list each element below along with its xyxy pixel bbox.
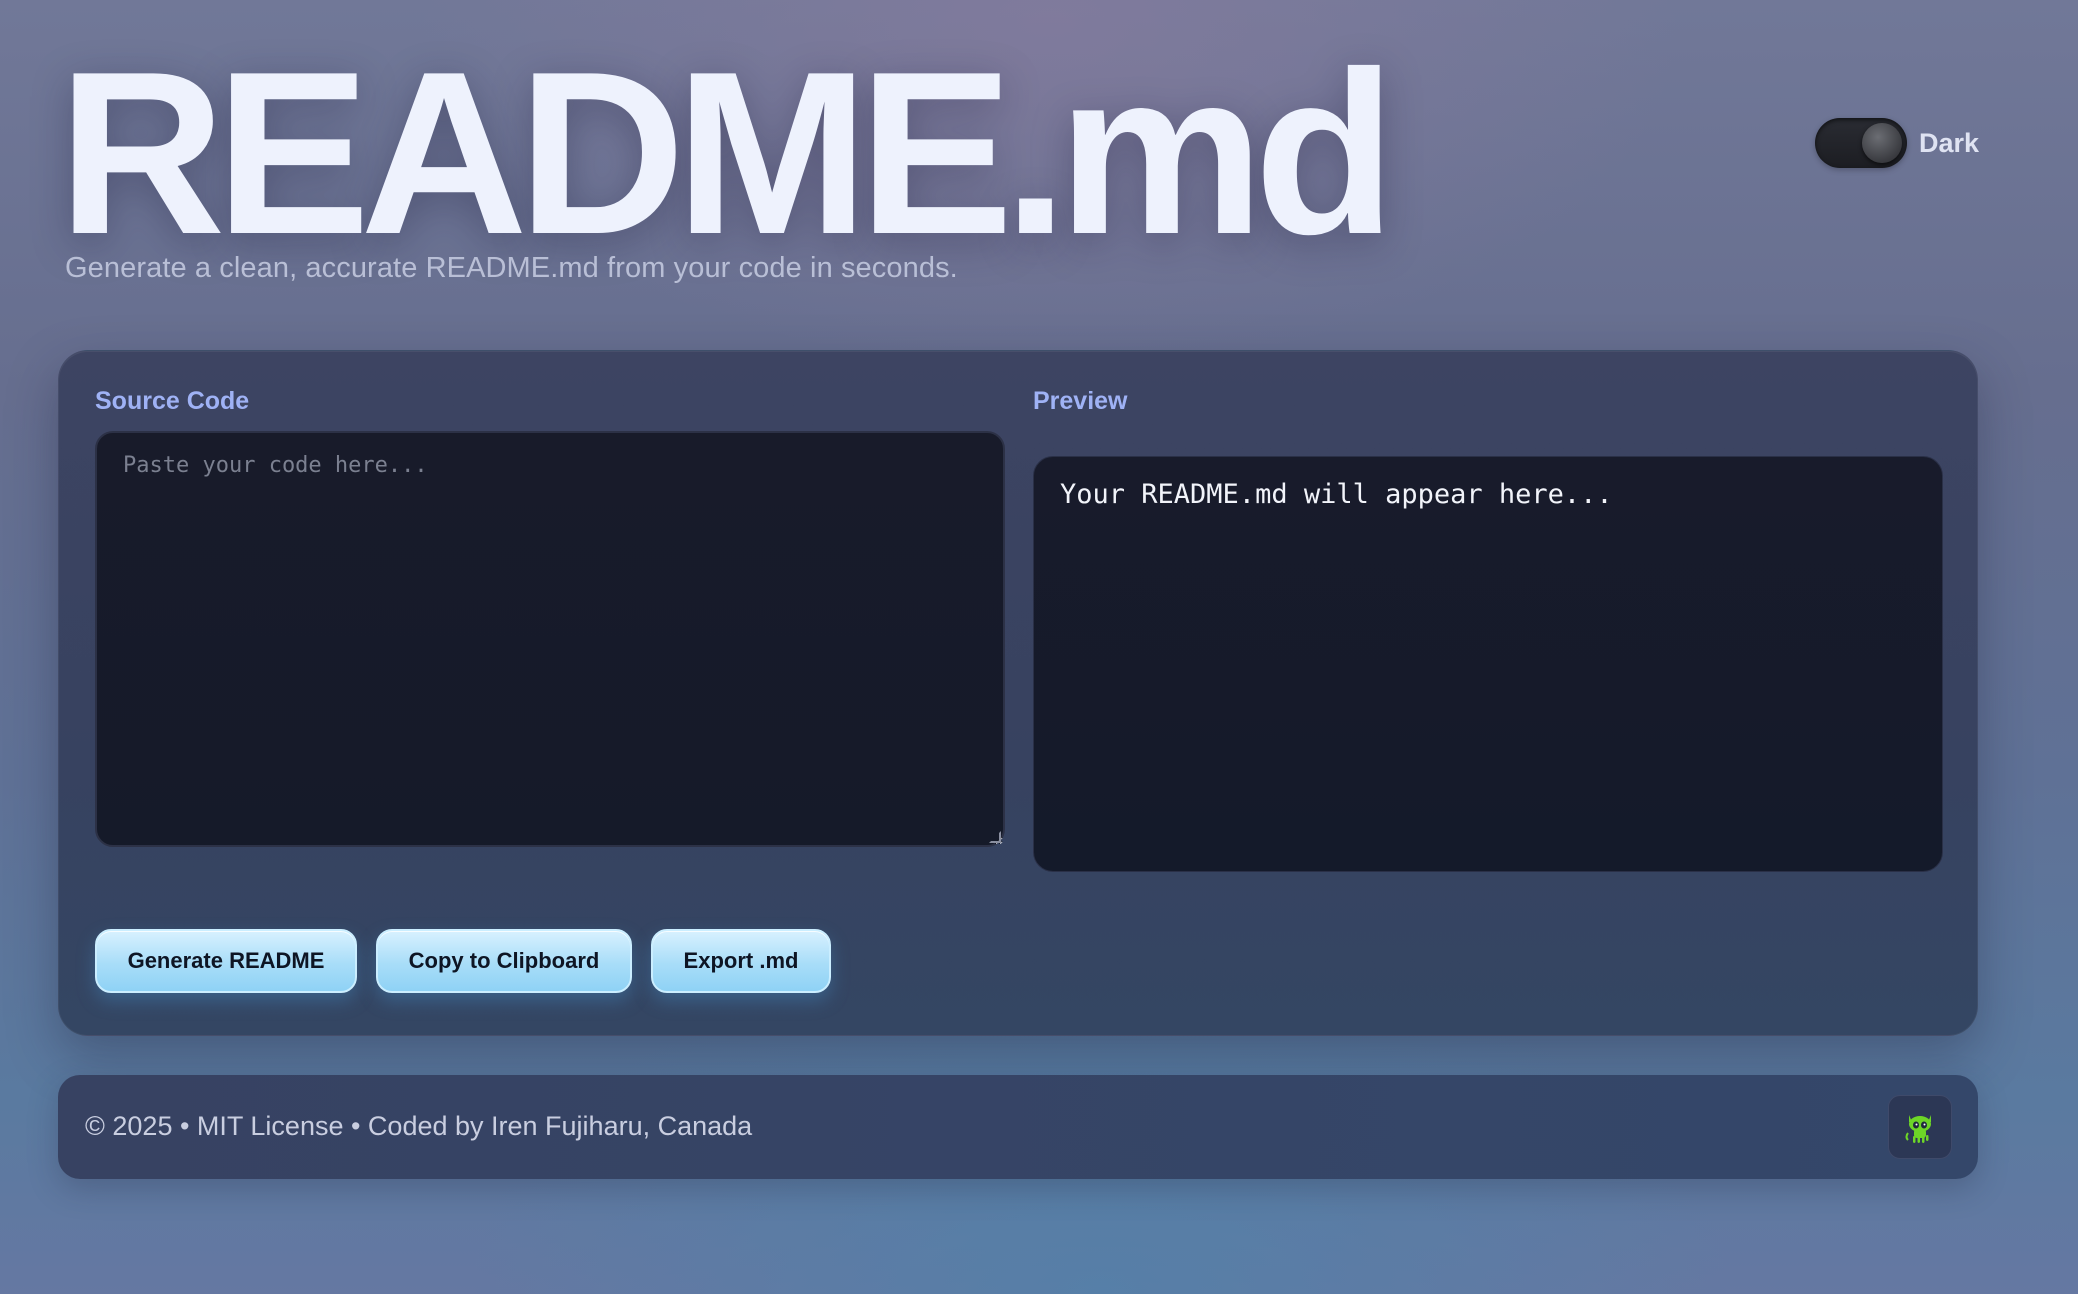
generate-readme-button[interactable]: Generate README: [95, 929, 357, 993]
page-subtitle: Generate a clean, accurate README.md fro…: [65, 252, 958, 284]
page-title: README.md: [58, 24, 1396, 283]
export-md-button[interactable]: Export .md: [651, 929, 831, 993]
copy-to-clipboard-button[interactable]: Copy to Clipboard: [376, 929, 632, 993]
github-octocat-icon: [1905, 1115, 1931, 1143]
preview-label: Preview: [1033, 387, 1128, 415]
source-code-label: Source Code: [95, 387, 250, 415]
preview-placeholder-text: Your README.md will appear here...: [1060, 479, 1613, 510]
readme-preview: Your README.md will appear here...: [1033, 456, 1943, 872]
theme-toggle-label: Dark: [1919, 127, 1980, 158]
editor-card: Source Code Preview Your README.md will …: [58, 350, 1978, 1036]
footer: © 2025 • MIT License • Coded by Iren Fuj…: [58, 1075, 1978, 1179]
toggle-knob: [1862, 123, 1902, 163]
github-link[interactable]: [1888, 1095, 1952, 1159]
footer-credits: © 2025 • MIT License • Coded by Iren Fuj…: [85, 1111, 753, 1141]
source-code-input[interactable]: [95, 431, 1005, 847]
theme-toggle[interactable]: Dark: [1815, 118, 1979, 168]
toggle-switch-icon[interactable]: [1815, 118, 1907, 168]
